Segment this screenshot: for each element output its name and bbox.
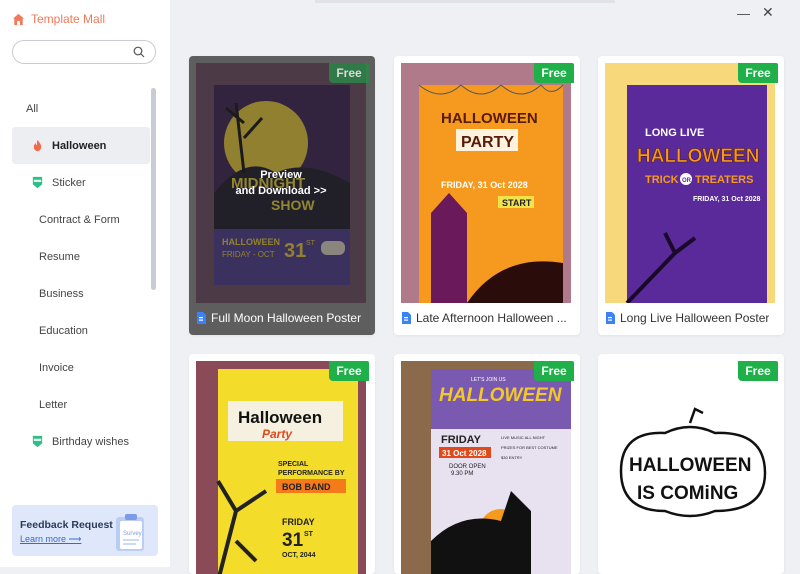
new-badge-icon — [32, 176, 43, 189]
poster-line1: LONG LIVE — [645, 127, 704, 139]
card-title: Long Live Halloween Poster — [620, 311, 770, 325]
free-badge: Free — [534, 361, 574, 381]
poster-date: 31 Oct 2028 — [442, 449, 487, 458]
sidebar-item-label: Resume — [39, 250, 80, 263]
sidebar-item-label: Letter — [39, 398, 68, 411]
document-icon — [606, 312, 615, 324]
poster-line4: TREATERS — [695, 174, 753, 186]
preview-label: Preview — [260, 169, 302, 181]
sidebar-item-all[interactable]: All — [12, 90, 150, 127]
sidebar-scrollbar[interactable] — [151, 88, 156, 290]
poster-day: FRIDAY — [282, 517, 315, 527]
brand[interactable]: Template Mall — [12, 12, 105, 26]
sidebar-item-contract-form[interactable]: Contract & Form — [12, 201, 150, 238]
sidebar-item-invoice[interactable]: Invoice — [12, 349, 150, 386]
poster-line1: HALLOWEEN — [629, 455, 751, 476]
poster-date: FRIDAY, 31 Oct 2028 — [693, 196, 761, 203]
poster-top: LET'S JOIN US — [471, 377, 506, 383]
poster-special: SPECIAL — [278, 461, 309, 468]
sidebar-item-label: Halloween — [52, 139, 107, 152]
sidebar-item-label: All — [26, 102, 39, 115]
poster-date: FRIDAY, 31 Oct 2028 — [441, 180, 528, 190]
poster-thumbnail: HALLOWEEN IS COMiNG — [605, 361, 775, 574]
document-icon — [402, 312, 411, 324]
document-icon — [197, 312, 206, 324]
card-title: Full Moon Halloween Poster — [211, 311, 362, 325]
template-card-join-us[interactable]: LET'S JOIN US HALLOWEEN FRIDAY 31 Oct 20… — [394, 354, 580, 574]
template-card-halloween-party[interactable]: Halloween Party SPECIAL PERFORMANCE BY B… — [189, 354, 375, 574]
poster-num-sup: ST — [304, 531, 314, 538]
download-label[interactable]: and Download >> — [235, 183, 326, 199]
poster-line2: HALLOWEEN — [637, 146, 759, 167]
learn-more-link[interactable]: Learn more ⟶ — [20, 534, 81, 545]
template-card-halloween-is-coming[interactable]: HALLOWEEN IS COMiNG Free — [598, 354, 784, 574]
sidebar-item-resume[interactable]: Resume — [12, 238, 150, 275]
template-card-long-live[interactable]: LONG LIVE HALLOWEEN TRICK OR TREATERS FR… — [598, 56, 784, 335]
free-badge: Free — [329, 63, 369, 83]
poster-start: START — [502, 198, 532, 208]
minimize-icon[interactable]: — — [737, 6, 750, 21]
poster-headline: HALLOWEEN — [441, 110, 538, 127]
card-caption[interactable]: Full Moon Halloween Poster — [196, 311, 371, 325]
sidebar-item-letter[interactable]: Letter — [12, 386, 150, 423]
poster-headline: PARTY — [461, 134, 514, 151]
free-badge: Free — [738, 361, 778, 381]
sidebar-item-label: Contract & Form — [39, 213, 120, 226]
card-caption[interactable]: Late Afternoon Halloween ... — [401, 311, 576, 325]
free-badge: Free — [738, 63, 778, 83]
feedback-banner[interactable]: Feedback Request Learn more ⟶ Survey — [12, 505, 158, 556]
search-input[interactable] — [23, 42, 137, 64]
template-card-late-afternoon[interactable]: HALLOWEEN PARTY FRIDAY, 31 Oct 2028 STAR… — [394, 56, 580, 335]
sidebar-item-business[interactable]: Business — [12, 275, 150, 312]
poster-or: OR — [682, 178, 692, 184]
poster-thumbnail: Halloween Party SPECIAL PERFORMANCE BY B… — [196, 361, 366, 574]
category-nav: All Halloween Sticker Contract & Form Re… — [12, 90, 150, 460]
sidebar: Template Mall All Halloween Sticker Cont… — [0, 0, 170, 567]
sidebar-item-halloween[interactable]: Halloween — [12, 127, 150, 164]
poster-feature: $30 ENTRY — [501, 455, 523, 460]
new-badge-icon — [32, 435, 43, 448]
sidebar-item-label: Business — [39, 287, 84, 300]
card-title: Late Afternoon Halloween ... — [416, 311, 567, 325]
poster-num: 31 — [282, 530, 304, 551]
sidebar-item-sticker[interactable]: Sticker — [12, 164, 150, 201]
brand-title: Template Mall — [31, 12, 106, 26]
card-caption[interactable]: Long Live Halloween Poster — [605, 311, 780, 325]
poster-special: PERFORMANCE BY — [278, 470, 345, 477]
sidebar-item-label: Birthday wishes — [52, 435, 130, 448]
preview-overlay[interactable]: Preview and Download >> — [196, 63, 366, 303]
poster-day: FRIDAY — [441, 434, 482, 446]
poster-headline: Halloween — [238, 408, 322, 427]
poster-headline: HALLOWEEN — [439, 385, 563, 406]
template-card-full-moon[interactable]: MIDNIGHT SHOW HALLOWEEN FRIDAY - OCT 31 … — [189, 56, 375, 335]
free-badge: Free — [329, 361, 369, 381]
poster-feature: PRIZES FOR BEST COSTUME — [501, 445, 558, 450]
poster-thumbnail: HALLOWEEN PARTY FRIDAY, 31 Oct 2028 STAR… — [401, 63, 571, 303]
free-badge: Free — [534, 63, 574, 83]
poster-door: DOOR OPEN — [449, 464, 486, 470]
top-bar — [315, 0, 615, 3]
sidebar-item-label: Invoice — [39, 361, 74, 374]
clipboard-survey-icon: Survey — [116, 514, 144, 551]
flame-icon — [33, 139, 42, 152]
poster-headline: Party — [262, 427, 293, 441]
survey-art-text: Survey — [123, 531, 142, 537]
feedback-title: Feedback Request — [20, 519, 113, 531]
poster-thumbnail: LONG LIVE HALLOWEEN TRICK OR TREATERS FR… — [605, 63, 775, 303]
poster-oct: OCT, 2044 — [282, 552, 316, 559]
sidebar-item-education[interactable]: Education — [12, 312, 150, 349]
search-icon[interactable] — [133, 46, 145, 58]
poster-feature: LIVE MUSIC ALL NIGHT — [501, 435, 546, 440]
poster-thumbnail: LET'S JOIN US HALLOWEEN FRIDAY 31 Oct 20… — [401, 361, 571, 574]
poster-line2: IS COMiNG — [637, 483, 738, 504]
home-icon — [12, 13, 25, 25]
sidebar-item-label: Sticker — [52, 176, 86, 189]
poster-band: BOB BAND — [282, 482, 331, 492]
poster-time: 9.30 PM — [451, 471, 473, 477]
close-icon[interactable]: ✕ — [762, 4, 774, 21]
poster-line3: TRICK — [645, 174, 679, 186]
search-box[interactable] — [12, 40, 156, 64]
sidebar-item-label: Education — [39, 324, 88, 337]
sidebar-item-birthday-wishes[interactable]: Birthday wishes — [12, 423, 150, 460]
